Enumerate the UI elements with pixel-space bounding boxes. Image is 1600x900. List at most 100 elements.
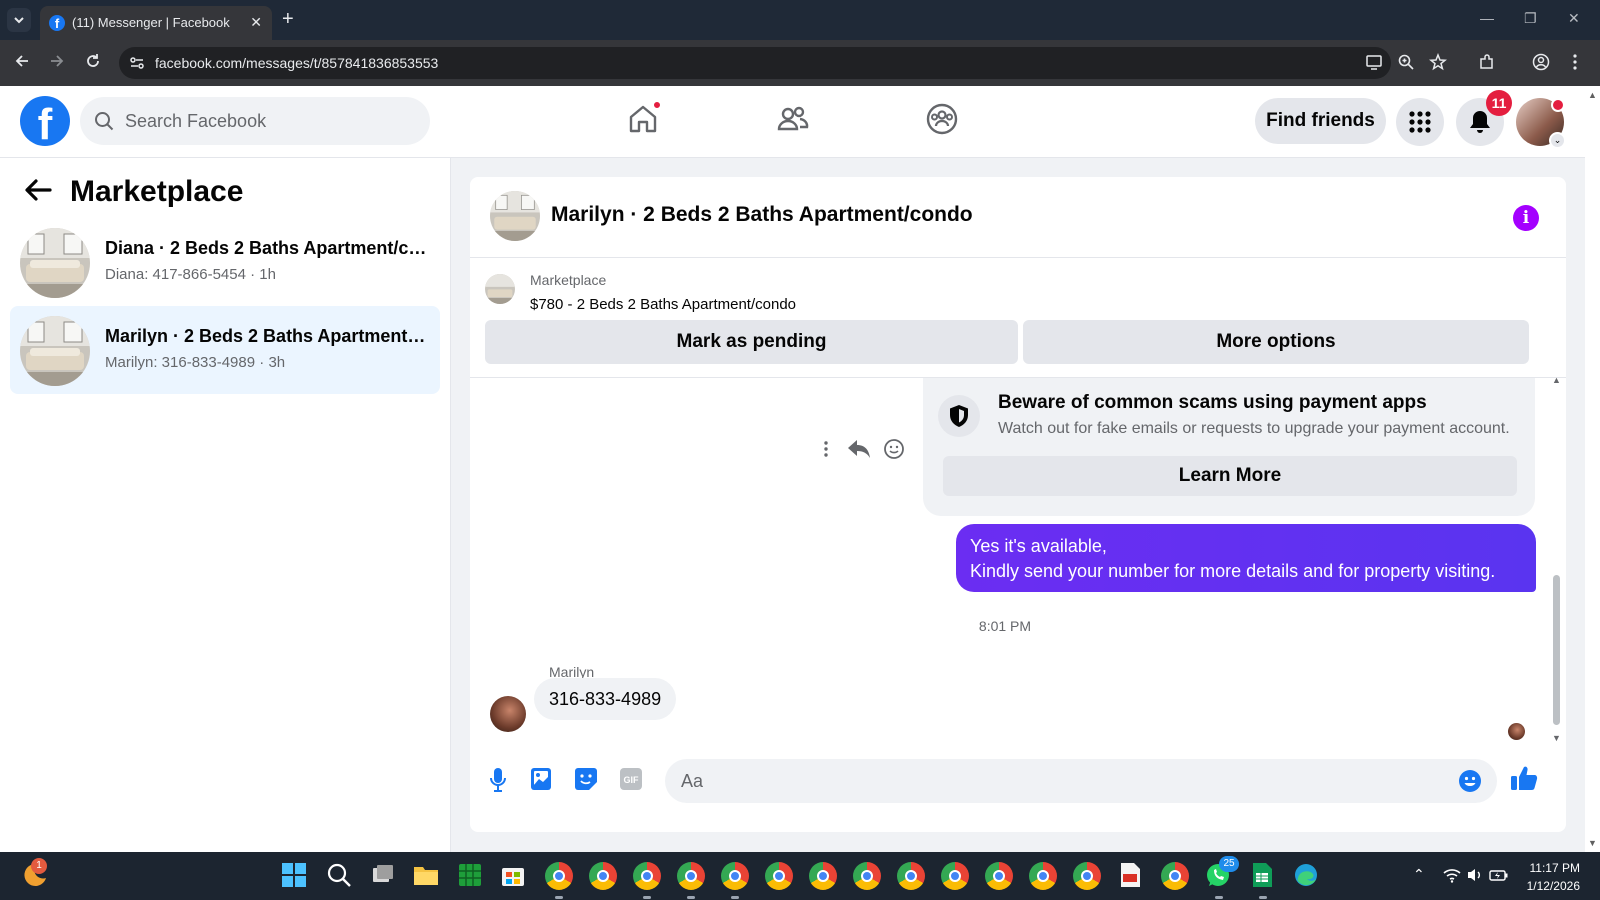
- sheets-app-icon[interactable]: [1249, 862, 1277, 890]
- wifi-icon[interactable]: [1443, 867, 1461, 883]
- chrome-icon[interactable]: [897, 862, 925, 890]
- search-icon[interactable]: [326, 862, 354, 890]
- browser-tab-bar: f (11) Messenger | Facebook ✕ + — ❐ ✕: [0, 0, 1600, 40]
- message-input[interactable]: Aa: [665, 759, 1497, 803]
- info-icon[interactable]: i: [1513, 205, 1539, 231]
- page-scrollbar[interactable]: ▲ ▼: [1585, 86, 1600, 852]
- sender-avatar[interactable]: [490, 696, 526, 732]
- more-icon[interactable]: [823, 440, 829, 458]
- chat-title[interactable]: Marilyn · 2 Beds 2 Baths Apartment/condo: [551, 203, 973, 227]
- running-indicator: [1259, 896, 1267, 899]
- url-bar[interactable]: facebook.com/messages/t/857841836853553: [119, 47, 1391, 79]
- scroll-down-icon[interactable]: ▼: [1552, 733, 1561, 743]
- running-indicator: [643, 896, 651, 899]
- edge-icon[interactable]: [1293, 862, 1321, 890]
- gif-icon[interactable]: GIF: [619, 767, 643, 791]
- conversation-item[interactable]: Diana · 2 Beds 2 Baths Apartment/condo D…: [10, 218, 440, 306]
- forward-icon[interactable]: [49, 53, 65, 69]
- back-arrow-icon[interactable]: [24, 178, 52, 202]
- spreadsheet-app-icon[interactable]: [457, 862, 485, 890]
- listing-thumbnail[interactable]: [490, 191, 540, 241]
- message-actions: [823, 436, 923, 462]
- browser-toolbar: facebook.com/messages/t/857841836853553: [0, 40, 1600, 86]
- volume-icon[interactable]: [1466, 867, 1484, 883]
- maximize-icon[interactable]: ❐: [1524, 10, 1537, 27]
- mark-pending-button[interactable]: Mark as pending: [485, 320, 1018, 364]
- groups-icon[interactable]: [925, 102, 959, 136]
- emoji-icon[interactable]: [1458, 769, 1482, 793]
- kebab-menu-icon[interactable]: [1572, 53, 1578, 71]
- incoming-message[interactable]: 316-833-4989: [534, 678, 677, 720]
- outgoing-message[interactable]: Yes it's available, Kindly send your num…: [956, 524, 1536, 592]
- chrome-icon[interactable]: [633, 862, 661, 890]
- chevron-up-icon[interactable]: ⌃: [1413, 866, 1425, 883]
- react-icon[interactable]: [883, 438, 905, 460]
- facebook-logo[interactable]: f: [20, 96, 70, 146]
- back-icon[interactable]: [14, 53, 30, 69]
- chrome-icon[interactable]: [1073, 862, 1101, 890]
- file-explorer-icon[interactable]: [413, 862, 441, 890]
- close-icon[interactable]: ✕: [250, 14, 262, 31]
- listing-description[interactable]: $780 - 2 Beds 2 Baths Apartment/condo: [530, 296, 796, 313]
- menu-grid-icon[interactable]: [1396, 98, 1444, 146]
- install-app-icon[interactable]: [1365, 53, 1383, 71]
- close-window-icon[interactable]: ✕: [1568, 10, 1580, 27]
- search-input[interactable]: Search Facebook: [80, 97, 430, 145]
- reload-icon[interactable]: [85, 53, 101, 69]
- conversation-name: Diana · 2 Beds 2 Baths Apartment/condo: [105, 238, 430, 258]
- chrome-icon[interactable]: [1161, 862, 1189, 890]
- running-indicator: [731, 896, 739, 899]
- minimize-icon[interactable]: —: [1480, 10, 1494, 26]
- clock-time[interactable]: 11:17 PM: [1510, 861, 1580, 875]
- chat-scrollbar[interactable]: ▲ ▼: [1550, 375, 1562, 745]
- running-indicator: [555, 896, 563, 899]
- like-icon[interactable]: [1510, 765, 1538, 791]
- extensions-icon[interactable]: [1478, 53, 1496, 71]
- browser-tab[interactable]: f (11) Messenger | Facebook ✕: [40, 6, 272, 40]
- chrome-icon[interactable]: [545, 862, 573, 890]
- microphone-icon[interactable]: [488, 767, 508, 793]
- profile-icon[interactable]: [1532, 53, 1550, 71]
- pdf-app-icon[interactable]: [1117, 862, 1145, 890]
- scroll-up-icon[interactable]: ▲: [1552, 375, 1561, 385]
- chrome-icon[interactable]: [985, 862, 1013, 890]
- scroll-thumb[interactable]: [1553, 575, 1560, 725]
- new-tab-icon[interactable]: +: [282, 9, 294, 29]
- chrome-icon[interactable]: [721, 862, 749, 890]
- message-placeholder: Aa: [681, 771, 704, 791]
- page-title: Marketplace: [70, 175, 244, 208]
- scroll-up-icon[interactable]: ▲: [1588, 90, 1597, 100]
- windows-start-icon[interactable]: [281, 862, 309, 890]
- chrome-icon[interactable]: [765, 862, 793, 890]
- chrome-icon[interactable]: [853, 862, 881, 890]
- chrome-icon[interactable]: [941, 862, 969, 890]
- notification-badge: 11: [1486, 90, 1512, 116]
- sticker-icon[interactable]: [574, 767, 598, 791]
- clock-date[interactable]: 1/12/2026: [1510, 879, 1580, 893]
- store-icon[interactable]: [500, 862, 528, 890]
- more-options-button[interactable]: More options: [1023, 320, 1529, 364]
- zoom-icon[interactable]: [1397, 53, 1415, 71]
- bookmark-star-icon[interactable]: [1429, 53, 1447, 71]
- photo-icon[interactable]: [530, 767, 552, 791]
- friends-icon[interactable]: [776, 102, 810, 136]
- chrome-icon[interactable]: [1029, 862, 1057, 890]
- conversation-name: Marilyn · 2 Beds 2 Baths Apartment/condo: [105, 326, 430, 346]
- conversation-preview: Diana: 417-866-5454 · 1h: [105, 266, 276, 283]
- chevron-down-icon[interactable]: ⌄: [1549, 132, 1566, 149]
- find-friends-button[interactable]: Find friends: [1255, 98, 1386, 144]
- running-indicator: [1215, 896, 1223, 899]
- scroll-down-icon[interactable]: ▼: [1588, 838, 1597, 848]
- conversation-item-selected[interactable]: Marilyn · 2 Beds 2 Baths Apartment/condo…: [10, 306, 440, 394]
- chrome-icon[interactable]: [677, 862, 705, 890]
- chrome-icon[interactable]: [589, 862, 617, 890]
- reply-icon[interactable]: [847, 438, 871, 460]
- site-settings-icon[interactable]: [129, 55, 145, 71]
- learn-more-button[interactable]: Learn More: [943, 456, 1517, 496]
- seen-receipt-avatar: [1508, 723, 1525, 740]
- battery-icon[interactable]: [1489, 867, 1509, 883]
- tab-search-icon[interactable]: [7, 8, 31, 32]
- chrome-icon[interactable]: [809, 862, 837, 890]
- task-view-icon[interactable]: [370, 862, 398, 890]
- windows-taskbar: 1 25 ⌃ 11:17 PM 1/12/2026: [0, 852, 1600, 900]
